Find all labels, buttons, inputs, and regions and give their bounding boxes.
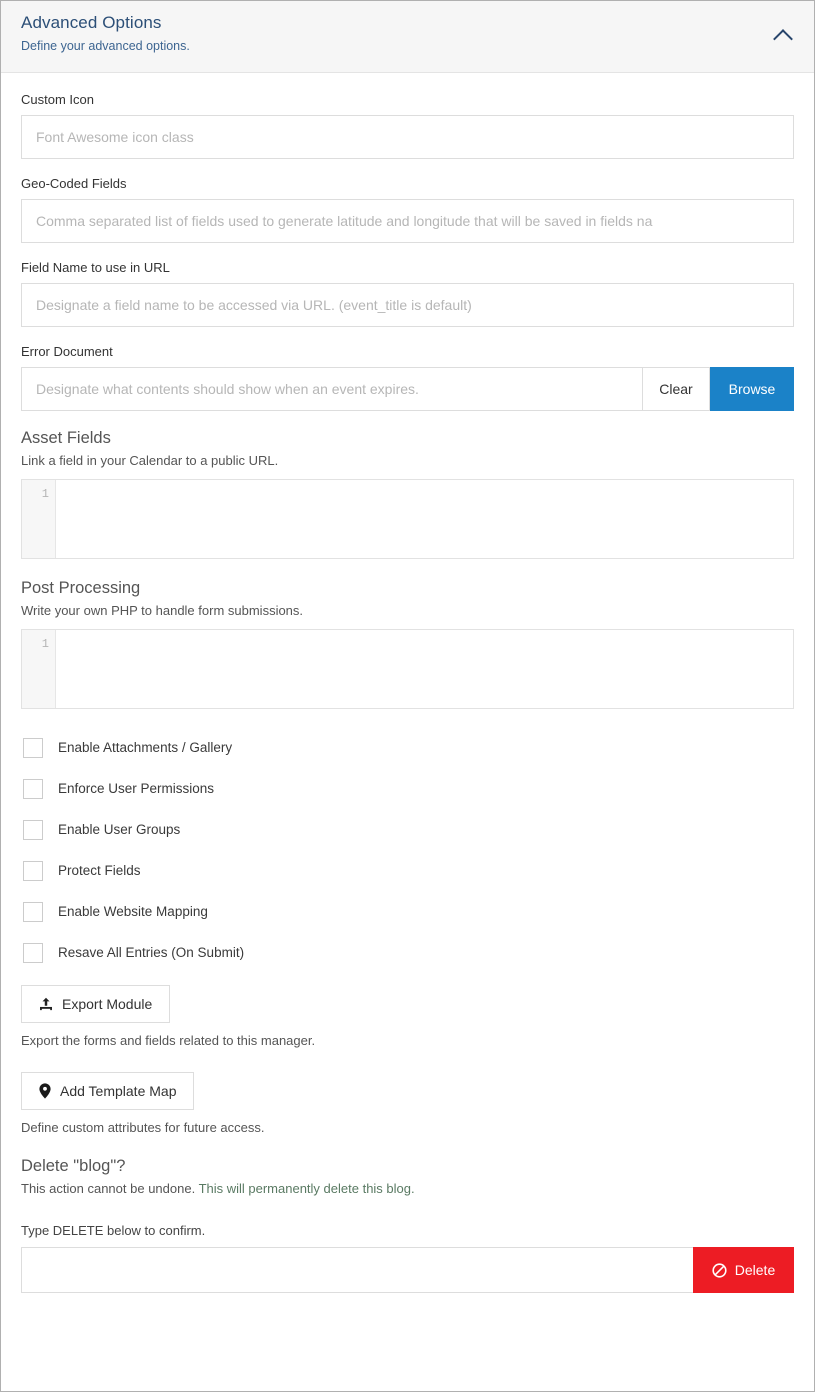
geo-coded-fields-input[interactable]	[21, 199, 794, 243]
delete-section: Delete "blog"? This action cannot be und…	[21, 1155, 794, 1293]
template-map-description: Define custom attributes for future acce…	[21, 1120, 265, 1135]
checkbox-row-protect-fields[interactable]: Protect Fields	[21, 850, 794, 891]
section-asset-fields: Asset Fields Link a field in your Calend…	[21, 427, 794, 559]
section-post-processing: Post Processing Write your own PHP to ha…	[21, 577, 794, 709]
checkbox-label: Resave All Entries (On Submit)	[58, 944, 245, 960]
label-custom-icon: Custom Icon	[21, 92, 94, 107]
add-template-map-button[interactable]: Add Template Map	[21, 1072, 195, 1110]
template-map-block: Add Template Map Define custom attribute…	[21, 1072, 794, 1137]
checkbox-label: Enable Website Mapping	[58, 903, 208, 919]
checkbox-enable-user-groups[interactable]	[23, 819, 43, 840]
page-title: Advanced Options	[21, 13, 162, 32]
section-title-asset-fields: Asset Fields	[21, 429, 111, 447]
delete-section-title: Delete "blog"?	[21, 1157, 126, 1175]
checkbox-protect-fields[interactable]	[23, 860, 43, 881]
section-desc-asset-fields: Link a field in your Calendar to a publi…	[21, 453, 279, 468]
checkbox-row-resave-all-entries[interactable]: Resave All Entries (On Submit)	[21, 932, 794, 973]
export-module-block: Export Module Export the forms and field…	[21, 985, 794, 1050]
delete-confirm-label: Type DELETE below to confirm.	[21, 1223, 206, 1238]
delete-confirm-input[interactable]	[21, 1247, 693, 1293]
checkbox-label: Enable Attachments / Gallery	[58, 739, 233, 755]
field-group-field-name-url: Field Name to use in URL	[21, 259, 794, 327]
delete-warning-part1: This action cannot be undone.	[21, 1181, 199, 1196]
label-field-name-url: Field Name to use in URL	[21, 260, 170, 275]
ban-icon	[712, 1262, 727, 1278]
checkbox-label: Enforce User Permissions	[58, 780, 215, 796]
export-module-button[interactable]: Export Module	[21, 985, 171, 1023]
checkbox-row-enable-attachments[interactable]: Enable Attachments / Gallery	[21, 727, 794, 768]
delete-warning: This action cannot be undone. This will …	[21, 1179, 794, 1198]
panel-subtitle: Define your advanced options.	[21, 39, 190, 53]
map-pin-icon	[39, 1083, 51, 1099]
checkbox-enforce-user-permissions[interactable]	[23, 778, 43, 799]
asset-fields-code-editor[interactable]: 1	[21, 479, 794, 559]
field-group-geo-coded-fields: Geo-Coded Fields	[21, 175, 794, 243]
code-gutter-line-number: 1	[22, 630, 56, 708]
post-processing-code-area[interactable]	[56, 630, 793, 708]
section-title-post-processing: Post Processing	[21, 579, 141, 597]
collapse-toggle-button[interactable]	[770, 23, 796, 49]
export-module-description: Export the forms and fields related to t…	[21, 1033, 316, 1048]
error-document-row: Clear Browse	[21, 367, 794, 411]
delete-button[interactable]: Delete	[693, 1247, 794, 1293]
section-desc-post-processing: Write your own PHP to handle form submis…	[21, 603, 304, 618]
export-module-button-label: Export Module	[62, 996, 153, 1012]
checkbox-enable-website-mapping[interactable]	[23, 901, 43, 922]
delete-button-label: Delete	[734, 1262, 776, 1278]
delete-confirm-row: Delete	[21, 1247, 794, 1293]
chevron-up-icon	[773, 28, 793, 49]
field-name-url-input[interactable]	[21, 283, 794, 327]
add-template-map-button-label: Add Template Map	[60, 1083, 177, 1099]
panel-body: Custom Icon Geo-Coded Fields Field Name …	[1, 73, 814, 1293]
upload-icon	[39, 997, 53, 1011]
field-group-error-document: Error Document Clear Browse	[21, 343, 794, 411]
label-error-document: Error Document	[21, 344, 113, 359]
asset-fields-code-area[interactable]	[56, 480, 793, 558]
checkbox-row-enforce-user-permissions[interactable]: Enforce User Permissions	[21, 768, 794, 809]
checkbox-label: Protect Fields	[58, 862, 141, 878]
error-document-input[interactable]	[21, 367, 642, 411]
panel-header: Advanced Options Define your advanced op…	[1, 1, 814, 73]
clear-button[interactable]: Clear	[642, 367, 710, 411]
checkbox-row-enable-website-mapping[interactable]: Enable Website Mapping	[21, 891, 794, 932]
delete-warning-part2: This will permanently delete this blog.	[198, 1181, 415, 1196]
checkbox-label: Enable User Groups	[58, 821, 181, 837]
options-checkbox-list: Enable Attachments / Gallery Enforce Use…	[21, 727, 794, 973]
field-group-custom-icon: Custom Icon	[21, 91, 794, 159]
code-gutter-line-number: 1	[22, 480, 56, 558]
checkbox-resave-all-entries[interactable]	[23, 942, 43, 963]
checkbox-enable-attachments[interactable]	[23, 737, 43, 758]
advanced-options-panel: Advanced Options Define your advanced op…	[0, 0, 815, 1392]
browse-button[interactable]: Browse	[710, 367, 794, 411]
checkbox-row-enable-user-groups[interactable]: Enable User Groups	[21, 809, 794, 850]
post-processing-code-editor[interactable]: 1	[21, 629, 794, 709]
label-geo-coded-fields: Geo-Coded Fields	[21, 176, 127, 191]
custom-icon-input[interactable]	[21, 115, 794, 159]
